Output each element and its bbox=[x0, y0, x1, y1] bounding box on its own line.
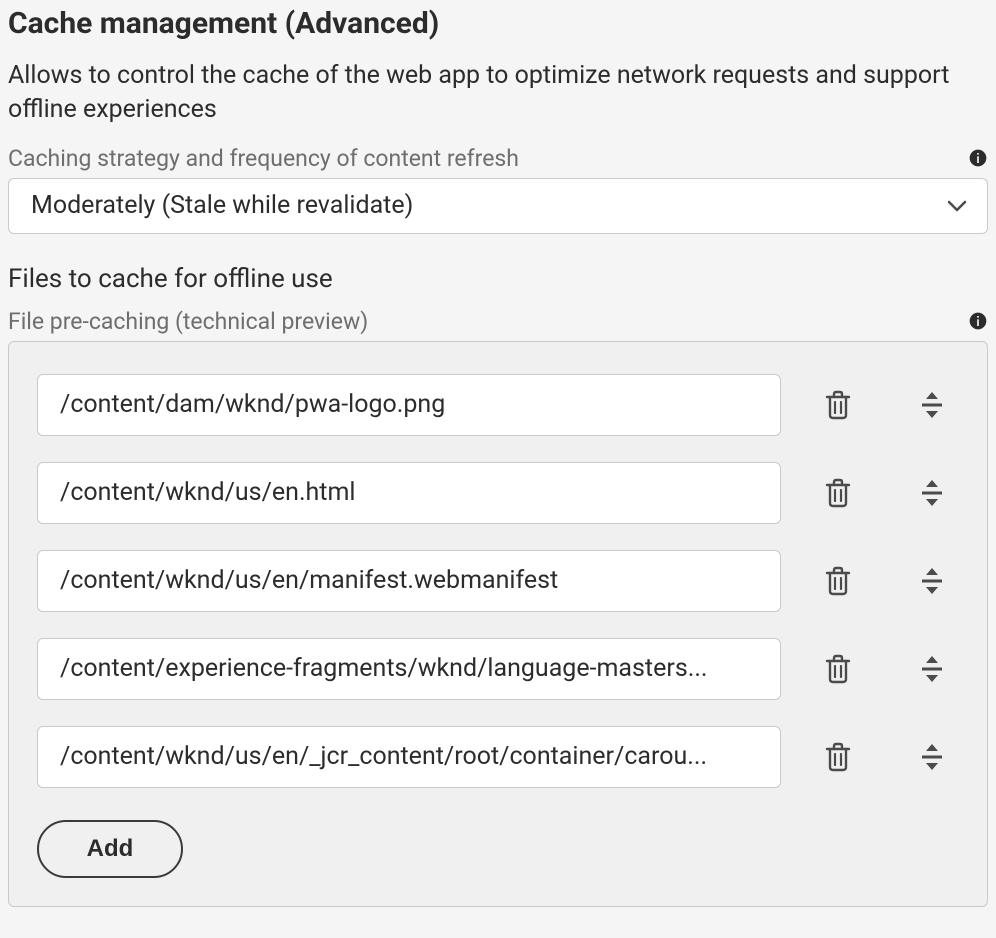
trash-icon[interactable] bbox=[821, 652, 855, 686]
files-heading: Files to cache for offline use bbox=[8, 264, 988, 294]
reorder-icon[interactable] bbox=[915, 476, 949, 510]
trash-icon[interactable] bbox=[821, 476, 855, 510]
file-path-input[interactable]: /content/experience-fragments/wknd/langu… bbox=[37, 638, 781, 700]
section-title: Cache management (Advanced) bbox=[8, 6, 988, 41]
trash-icon[interactable] bbox=[821, 564, 855, 598]
trash-icon[interactable] bbox=[821, 388, 855, 422]
reorder-icon[interactable] bbox=[915, 652, 949, 686]
multifield-row: /content/wknd/us/en/manifest.webmanifest bbox=[37, 550, 959, 612]
info-icon[interactable] bbox=[968, 148, 988, 168]
multifield-row: /content/wknd/us/en/_jcr_content/root/co… bbox=[37, 726, 959, 788]
add-button[interactable]: Add bbox=[37, 820, 183, 878]
row-actions bbox=[821, 740, 959, 774]
multifield-row: /content/wknd/us/en.html bbox=[37, 462, 959, 524]
file-path-input[interactable]: /content/wknd/us/en/_jcr_content/root/co… bbox=[37, 726, 781, 788]
file-path-input[interactable]: /content/wknd/us/en.html bbox=[37, 462, 781, 524]
reorder-icon[interactable] bbox=[915, 564, 949, 598]
row-actions bbox=[821, 652, 959, 686]
row-actions bbox=[821, 388, 959, 422]
row-actions bbox=[821, 476, 959, 510]
reorder-icon[interactable] bbox=[915, 740, 949, 774]
file-path-input[interactable]: /content/wknd/us/en/manifest.webmanifest bbox=[37, 550, 781, 612]
trash-icon[interactable] bbox=[821, 740, 855, 774]
multifield-row: /content/experience-fragments/wknd/langu… bbox=[37, 638, 959, 700]
caching-strategy-value: Moderately (Stale while revalidate) bbox=[31, 191, 413, 220]
pre-caching-label: File pre-caching (technical preview) bbox=[8, 308, 368, 335]
file-path-input[interactable]: /content/dam/wknd/pwa-logo.png bbox=[37, 374, 781, 436]
reorder-icon[interactable] bbox=[915, 388, 949, 422]
info-icon[interactable] bbox=[968, 311, 988, 331]
pre-caching-multifield: /content/dam/wknd/pwa-logo.png /content/… bbox=[8, 341, 988, 907]
caching-strategy-label: Caching strategy and frequency of conten… bbox=[8, 145, 519, 172]
caching-strategy-select[interactable]: Moderately (Stale while revalidate) bbox=[8, 178, 988, 234]
chevron-down-icon bbox=[945, 194, 969, 218]
section-description: Allows to control the cache of the web a… bbox=[8, 59, 988, 127]
row-actions bbox=[821, 564, 959, 598]
multifield-row: /content/dam/wknd/pwa-logo.png bbox=[37, 374, 959, 436]
